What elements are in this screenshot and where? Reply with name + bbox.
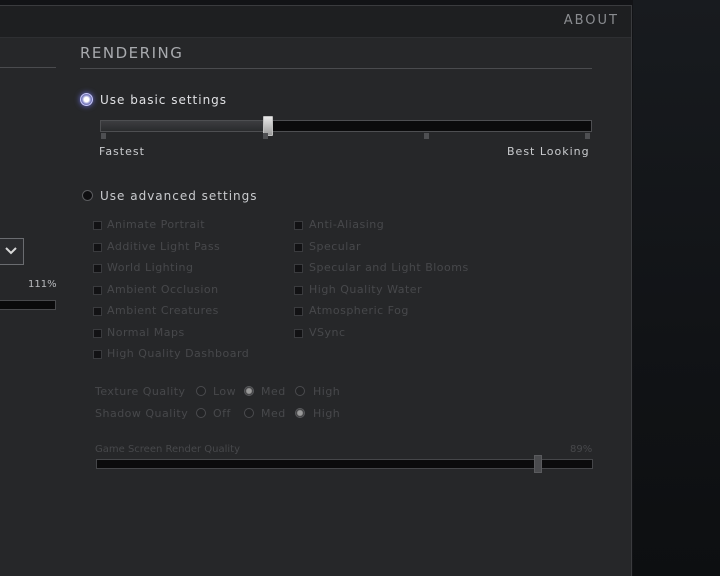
quality-slider[interactable] (100, 116, 592, 136)
slider-tick (424, 133, 429, 139)
section-title: RENDERING (80, 44, 184, 62)
basic-settings-radio[interactable] (80, 93, 93, 106)
advanced-settings-label: Use advanced settings (100, 189, 258, 203)
left-slider[interactable] (0, 300, 56, 310)
shadow-off-radio[interactable] (196, 408, 206, 418)
screen-render-percent: 89% (570, 444, 593, 455)
section-rule (80, 68, 592, 69)
checkbox[interactable] (294, 243, 303, 252)
slider-tick (101, 133, 106, 139)
checkbox-label: Specular (309, 240, 362, 253)
chevron-down-icon (5, 247, 17, 255)
background-right (633, 0, 720, 576)
texture-med-label: Med (261, 385, 286, 398)
texture-low-radio[interactable] (196, 386, 206, 396)
checkbox-label: Additive Light Pass (107, 240, 221, 253)
checkbox-label: High Quality Dashboard (107, 347, 250, 360)
shadow-quality-label: Shadow Quality (95, 407, 189, 420)
checkbox[interactable] (93, 286, 102, 295)
shadow-off-label: Off (213, 407, 231, 420)
texture-high-label: High (313, 385, 341, 398)
checkbox[interactable] (294, 286, 303, 295)
basic-settings-label: Use basic settings (100, 93, 228, 107)
texture-high-radio[interactable] (295, 386, 305, 396)
screen-render-label: Game Screen Render Quality (95, 444, 241, 455)
slider-max-label: Best Looking (507, 145, 590, 158)
checkbox[interactable] (93, 264, 102, 273)
checkbox[interactable] (93, 329, 102, 338)
checkbox[interactable] (294, 221, 303, 230)
checkbox-label: VSync (309, 326, 346, 339)
checkbox-label: Ambient Creatures (107, 304, 219, 317)
checkbox-label: Specular and Light Blooms (309, 261, 469, 274)
left-dropdown[interactable] (0, 238, 24, 265)
texture-quality-label: Texture Quality (95, 385, 186, 398)
checkbox-label: Animate Portrait (107, 218, 206, 231)
checkbox[interactable] (294, 264, 303, 273)
top-bar: ABOUT (0, 6, 631, 38)
checkbox-label: Anti-Aliasing (309, 218, 385, 231)
checkbox-label: Ambient Occlusion (107, 283, 219, 296)
shadow-med-label: Med (261, 407, 286, 420)
checkbox[interactable] (294, 307, 303, 316)
checkbox[interactable] (93, 307, 102, 316)
checkbox-label: High Quality Water (309, 283, 423, 296)
left-percent-value: 111% (28, 279, 57, 290)
checkbox[interactable] (294, 329, 303, 338)
checkbox-label: Normal Maps (107, 326, 185, 339)
screen-render-slider[interactable] (96, 455, 593, 473)
shadow-high-radio[interactable] (295, 408, 305, 418)
quality-slider-fill (101, 121, 268, 131)
shadow-med-radio[interactable] (244, 408, 254, 418)
checkbox-label: World Lighting (107, 261, 194, 274)
texture-med-radio[interactable] (244, 386, 254, 396)
about-tab[interactable]: ABOUT (564, 13, 619, 28)
slider-tick (585, 133, 590, 139)
left-section-rule (0, 67, 56, 68)
checkbox[interactable] (93, 243, 102, 252)
texture-low-label: Low (213, 385, 237, 398)
checkbox[interactable] (93, 350, 102, 359)
slider-min-label: Fastest (99, 145, 145, 158)
advanced-settings-radio[interactable] (82, 190, 93, 201)
screen-render-slider-handle[interactable] (534, 455, 542, 473)
checkbox[interactable] (93, 221, 102, 230)
shadow-high-label: High (313, 407, 341, 420)
slider-tick (263, 133, 268, 139)
checkbox-label: Atmospheric Fog (309, 304, 409, 317)
